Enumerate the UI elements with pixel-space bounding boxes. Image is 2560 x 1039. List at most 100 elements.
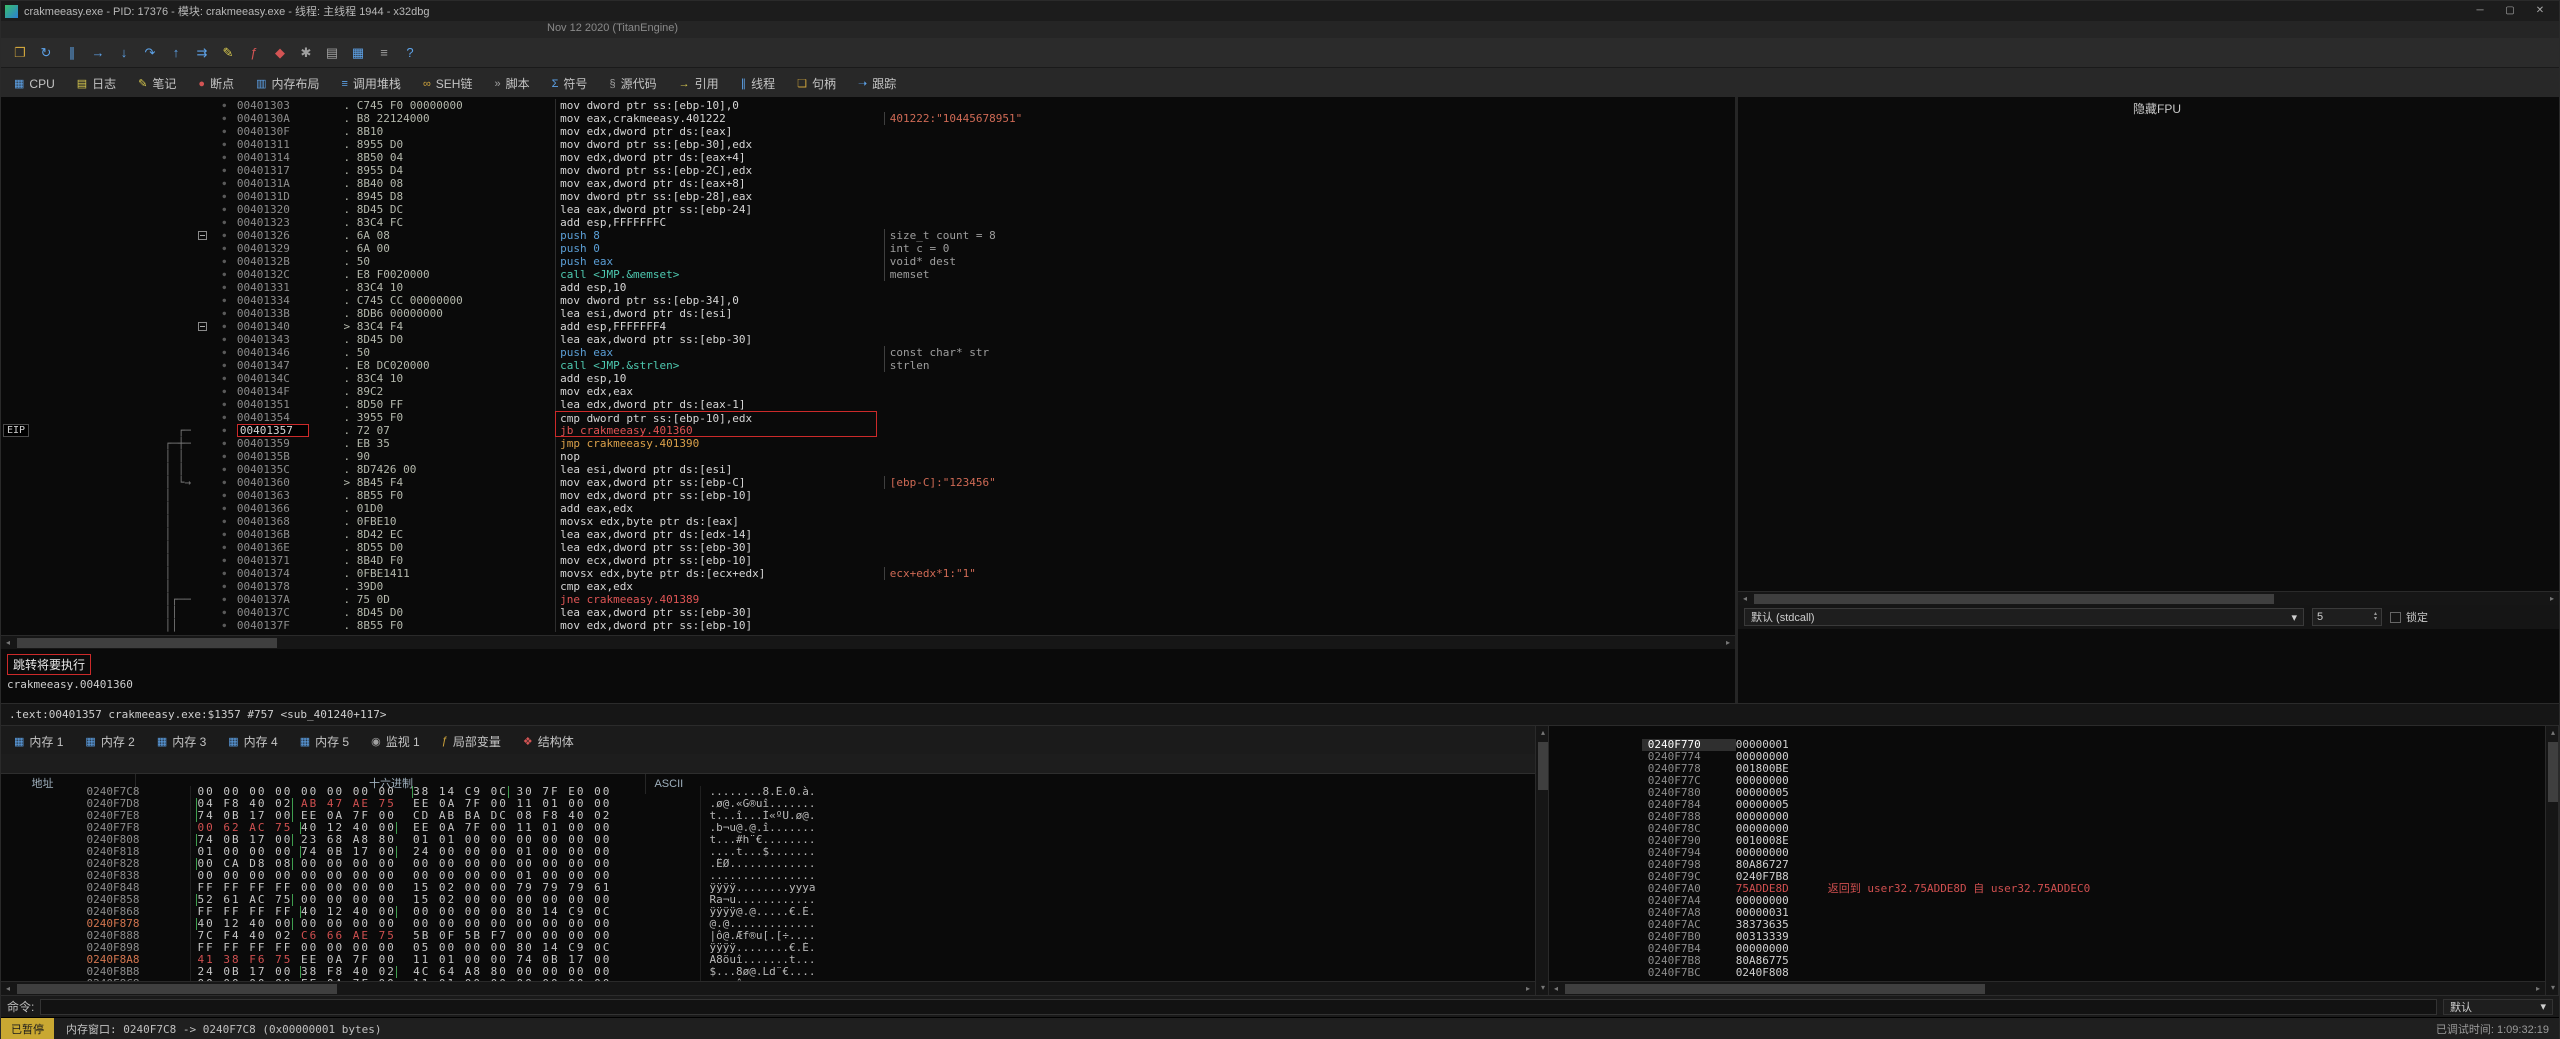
fold-icon[interactable]	[198, 231, 207, 240]
fold-icon[interactable]	[198, 541, 212, 554]
disasm-row[interactable]: 0040131D . 8945 D8 mov dword ptr ss:[ebp…	[1, 190, 1735, 203]
breakpoint-dot-icon[interactable]	[218, 411, 230, 424]
disasm-row[interactable]: ││ 0040137F . 8B55 F0 mov edx,dword ptr …	[1, 619, 1735, 632]
call-argument-row[interactable]	[1738, 657, 2559, 671]
command-input[interactable]	[40, 999, 2437, 1015]
disasm-row[interactable]: 0040131A . 8B40 08 mov eax,dword ptr ds:…	[1, 177, 1735, 190]
calling-convention-select[interactable]: 默认 (stdcall) ▾	[1744, 608, 2304, 626]
toolbar-button[interactable]: ▦	[345, 41, 371, 65]
fold-icon[interactable]	[198, 593, 212, 606]
fold-icon[interactable]	[198, 554, 212, 567]
breakpoint-dot-icon[interactable]	[218, 125, 230, 138]
breakpoint-dot-icon[interactable]	[218, 177, 230, 190]
breakpoint-dot-icon[interactable]	[218, 606, 230, 619]
breakpoint-dot-icon[interactable]	[218, 112, 230, 125]
register-line[interactable]	[1748, 238, 2559, 253]
disasm-row[interactable]: 00401340 > 83C4 F4 add esp,FFFFFFF4	[1, 320, 1735, 333]
fold-icon[interactable]	[198, 112, 212, 125]
memory-tab[interactable]: ▦ 内存 5	[289, 728, 360, 754]
register-line[interactable]	[1748, 253, 2559, 268]
disasm-row[interactable]: 00401314 . 8B50 04 mov edx,dword ptr ds:…	[1, 151, 1735, 164]
disasm-row[interactable]: │ 00401363 . 8B55 F0 mov edx,dword ptr s…	[1, 489, 1735, 502]
toolbar-button[interactable]: ↑	[163, 41, 189, 65]
disasm-row[interactable]: 00401331 . 83C4 10 add esp,10	[1, 281, 1735, 294]
breakpoint-dot-icon[interactable]	[218, 476, 230, 489]
breakpoint-dot-icon[interactable]	[218, 242, 230, 255]
disasm-row[interactable]: ┌─┼─ 00401359 . EB 35 jmp crakmeeasy.401…	[1, 437, 1735, 450]
scroll-left-icon[interactable]: ◂	[1738, 592, 1752, 606]
breakpoint-dot-icon[interactable]	[218, 281, 230, 294]
disasm-row[interactable]: │ │ 0040135C . 8D7426 00 lea esi,dword p…	[1, 463, 1735, 476]
fold-icon[interactable]	[198, 322, 207, 331]
register-line[interactable]	[1748, 493, 2559, 508]
register-line[interactable]	[1748, 283, 2559, 298]
breakpoint-dot-icon[interactable]	[218, 333, 230, 346]
fold-icon[interactable]	[198, 606, 212, 619]
breakpoint-dot-icon[interactable]	[218, 138, 230, 151]
fold-icon[interactable]	[198, 242, 212, 255]
scroll-left-icon[interactable]: ◂	[1, 982, 15, 996]
fold-icon[interactable]	[198, 398, 212, 411]
menu-item[interactable]	[69, 29, 85, 31]
register-line[interactable]	[1748, 133, 2559, 148]
register-line[interactable]	[1748, 193, 2559, 208]
scroll-left-icon[interactable]: ◂	[1, 636, 15, 650]
register-line[interactable]	[1748, 358, 2559, 373]
view-tab[interactable]: ▦ CPU	[3, 70, 66, 97]
fold-icon[interactable]	[198, 502, 212, 515]
breakpoint-dot-icon[interactable]	[218, 489, 230, 502]
breakpoint-dot-icon[interactable]	[218, 190, 230, 203]
disasm-row[interactable]: │┌── 0040137A . 75 0D jne crakmeeasy.401…	[1, 593, 1735, 606]
fold-icon[interactable]	[198, 580, 212, 593]
disasm-row[interactable]: 0040134F . 89C2 mov edx,eax	[1, 385, 1735, 398]
scroll-right-icon[interactable]: ▸	[1721, 636, 1735, 650]
toolbar-button[interactable]: ?	[397, 41, 423, 65]
disasm-row[interactable]: 0040132C . E8 F0020000 call <JMP.&memset…	[1, 268, 1735, 281]
memory-hscroll-thumb[interactable]	[17, 984, 337, 994]
toolbar-button[interactable]: ↓	[111, 41, 137, 65]
disasm-row[interactable]: 0040134C . 83C4 10 add esp,10	[1, 372, 1735, 385]
view-tab[interactable]: ∥ 线程	[730, 70, 787, 97]
disasm-row[interactable]: 00401317 . 8955 D4 mov dword ptr ss:[ebp…	[1, 164, 1735, 177]
toolbar-button[interactable]: ∥	[59, 41, 85, 65]
fold-icon[interactable]	[198, 164, 212, 177]
toolbar-button[interactable]: ↻	[33, 41, 59, 65]
fold-icon[interactable]	[198, 151, 212, 164]
disasm-row[interactable]: 00401323 . 83C4 FC add esp,FFFFFFFC	[1, 216, 1735, 229]
disassembly-view[interactable]: 00401303 . C745 F0 00000000 mov dword pt…	[1, 97, 1735, 635]
fold-icon[interactable]	[198, 138, 212, 151]
toolbar-button[interactable]: ✱	[293, 41, 319, 65]
minimize-button[interactable]: ─	[2465, 1, 2495, 21]
disasm-row[interactable]: 00401347 . E8 DC020000 call <JMP.&strlen…	[1, 359, 1735, 372]
fold-icon[interactable]	[198, 294, 212, 307]
fold-icon[interactable]	[198, 346, 212, 359]
fold-icon[interactable]	[198, 216, 212, 229]
breakpoint-dot-icon[interactable]	[218, 372, 230, 385]
breakpoint-dot-icon[interactable]	[218, 294, 230, 307]
register-line[interactable]	[1748, 268, 2559, 283]
menu-item[interactable]	[21, 29, 37, 31]
scroll-right-icon[interactable]: ▸	[2545, 592, 2559, 606]
register-line[interactable]	[1748, 403, 2559, 418]
register-line[interactable]	[1748, 313, 2559, 328]
toolbar-button[interactable]: ↷	[137, 41, 163, 65]
hide-fpu-button[interactable]: 隐藏FPU	[2133, 100, 2181, 117]
register-line[interactable]	[1748, 118, 2559, 133]
breakpoint-dot-icon[interactable]	[218, 216, 230, 229]
stack-hscroll-thumb[interactable]	[1565, 984, 1985, 994]
scroll-up-icon[interactable]: ▴	[1536, 726, 1550, 740]
registers-view[interactable]: 隐藏FPU	[1738, 97, 2559, 591]
breakpoint-dot-icon[interactable]	[218, 99, 230, 112]
view-tab[interactable]: ➝ 跟踪	[847, 70, 907, 97]
stack-hscrollbar[interactable]: ◂ ▸	[1549, 981, 2545, 995]
fold-icon[interactable]	[198, 190, 212, 203]
call-argument-row[interactable]	[1738, 685, 2559, 699]
disasm-row[interactable]: │ 00401374 . 0FBE1411 movsx edx,byte ptr…	[1, 567, 1735, 580]
breakpoint-dot-icon[interactable]	[218, 619, 230, 632]
disasm-row[interactable]: │ └→ 00401360 > 8B45 F4 mov eax,dword pt…	[1, 476, 1735, 489]
disasm-row[interactable]: │ 00401378 . 39D0 cmp eax,edx	[1, 580, 1735, 593]
toolbar-button[interactable]: ◆	[267, 41, 293, 65]
fold-icon[interactable]	[198, 99, 212, 112]
register-line[interactable]	[1748, 523, 2559, 538]
breakpoint-dot-icon[interactable]	[218, 450, 230, 463]
